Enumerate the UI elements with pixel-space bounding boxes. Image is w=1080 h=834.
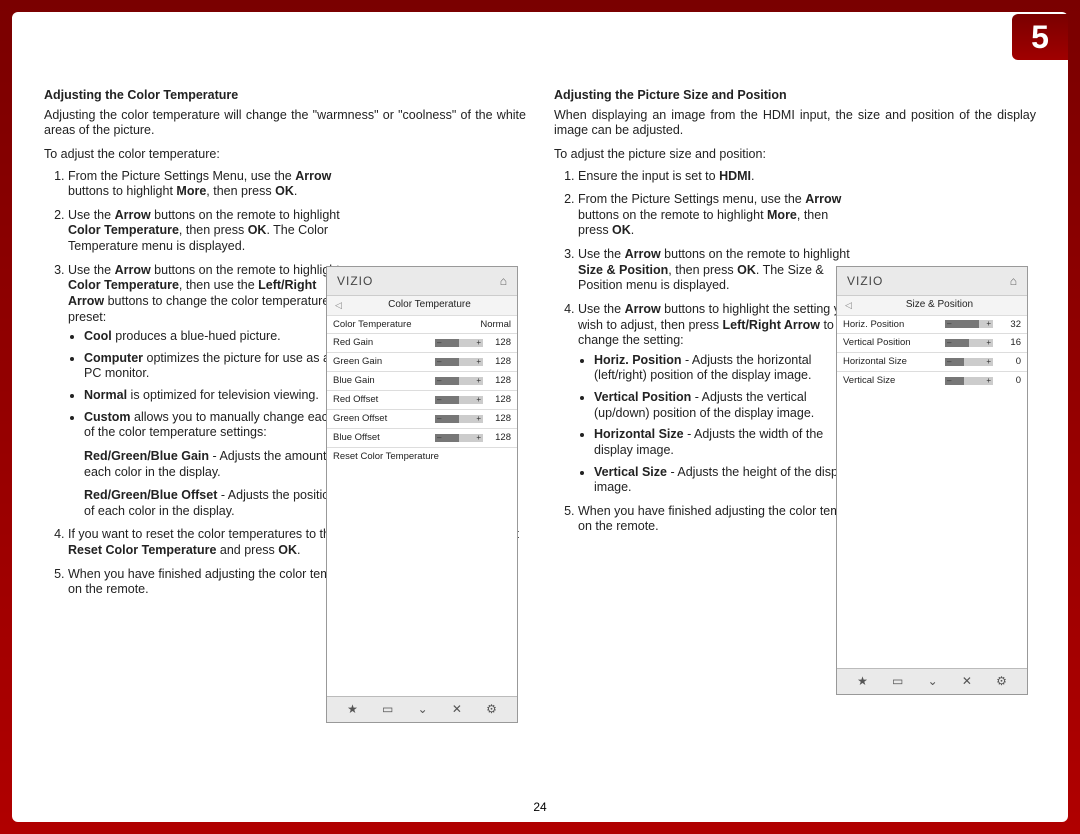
osd-rows: Color TemperatureNormalRed Gain128Green …: [327, 315, 517, 447]
osd-title: Color Temperature: [350, 299, 509, 312]
osd-row-label: Horizontal Size: [843, 356, 941, 368]
sp-step-1: Ensure the input is set to HDMI.: [578, 169, 858, 185]
heading-size-pos: Adjusting the Picture Size and Position: [554, 88, 1036, 104]
osd-row-label: Vertical Size: [843, 375, 941, 387]
osd-footer: ★ ▭ ⌄ ✕ ⚙: [327, 696, 517, 722]
para-sp-1: When displaying an image from the HDMI i…: [554, 108, 1036, 139]
osd-title: Size & Position: [860, 299, 1019, 312]
osd-row-label: Green Gain: [333, 356, 431, 368]
osd-row-value: 128: [487, 375, 511, 387]
osd-row-value: 128: [487, 337, 511, 349]
bullet-horiz-size: Horizontal Size - Adjusts the width of t…: [594, 427, 854, 458]
page-number: 24: [12, 800, 1068, 814]
vizio-logo: VIZIO: [337, 274, 373, 289]
osd-row-value: 32: [997, 319, 1021, 331]
osd-footer: ★ ▭ ⌄ ✕ ⚙: [837, 668, 1027, 694]
home-icon[interactable]: ⌂: [500, 274, 507, 289]
osd-row-value: 0: [997, 375, 1021, 387]
slider[interactable]: [435, 339, 483, 347]
para-ct-2: To adjust the color temperature:: [44, 147, 526, 163]
osd-row[interactable]: Blue Offset 128: [327, 428, 517, 447]
bullet-vert-pos: Vertical Position - Adjusts the vertical…: [594, 390, 854, 421]
osd-row[interactable]: Vertical Position 16: [837, 333, 1027, 352]
osd-size-position: VIZIO ⌂ ◁ Size & Position Horiz. Position…: [836, 266, 1028, 695]
osd-row-value: 128: [487, 356, 511, 368]
sp-step-4: Use the Arrow buttons to highlight the s…: [578, 302, 858, 496]
slider[interactable]: [435, 396, 483, 404]
osd-rows: Horiz. Position 32 Vertical Position 16 Hori…: [837, 315, 1027, 391]
osd-row-label: Horiz. Position: [843, 319, 941, 331]
chapter-tab: 5: [1012, 14, 1068, 60]
page-background: 5 Adjusting the Color Temperature Adjust…: [0, 0, 1080, 834]
sp-step-3: Use the Arrow buttons on the remote to h…: [578, 247, 858, 294]
osd-row[interactable]: Horiz. Position 32: [837, 315, 1027, 334]
osd-row-label: Green Offset: [333, 413, 431, 425]
para-sp-2: To adjust the picture size and position:: [554, 147, 1036, 163]
osd-footer-icon[interactable]: ▭: [382, 702, 393, 717]
osd-footer-icon[interactable]: ⌄: [928, 674, 938, 689]
osd-row-value: 16: [997, 337, 1021, 349]
osd-row-value: 128: [487, 432, 511, 444]
step-3: Use the Arrow buttons on the remote to h…: [68, 263, 348, 520]
osd-row[interactable]: Vertical Size 0: [837, 371, 1027, 390]
bullet-normal: Normal is optimized for television viewi…: [84, 388, 344, 404]
reset-color-temp[interactable]: Reset Color Temperature: [327, 447, 517, 466]
step-1: From the Picture Settings Menu, use the …: [68, 169, 348, 200]
osd-row[interactable]: Blue Gain 128: [327, 371, 517, 390]
sub-gain: Red/Green/Blue Gain - Adjusts the amount…: [84, 449, 344, 480]
back-icon[interactable]: ◁: [845, 300, 852, 311]
slider[interactable]: [945, 377, 993, 385]
step-2: Use the Arrow buttons on the remote to h…: [68, 208, 348, 255]
osd-footer-icon[interactable]: ★: [857, 674, 868, 689]
osd-row[interactable]: Horizontal Size 0: [837, 352, 1027, 371]
osd-footer-icon[interactable]: ✕: [452, 702, 462, 717]
slider[interactable]: [435, 358, 483, 366]
osd-row-label: Vertical Position: [843, 337, 941, 349]
osd-row-label: Blue Offset: [333, 432, 431, 444]
osd-footer-icon[interactable]: ▭: [892, 674, 903, 689]
slider[interactable]: [945, 358, 993, 366]
right-column: Adjusting the Picture Size and Position …: [554, 88, 1036, 606]
osd-row[interactable]: Red Offset 128: [327, 390, 517, 409]
osd-footer-icon[interactable]: ⌄: [418, 702, 428, 717]
sp-step-2: From the Picture Settings menu, use the …: [578, 192, 858, 239]
bullet-horiz-pos: Horiz. Position - Adjusts the horizontal…: [594, 353, 854, 384]
bullet-cool: Cool produces a blue-hued picture.: [84, 329, 344, 345]
osd-footer-icon[interactable]: ★: [347, 702, 358, 717]
left-column: Adjusting the Color Temperature Adjustin…: [44, 88, 526, 606]
osd-row-label: Red Offset: [333, 394, 431, 406]
sub-offset: Red/Green/Blue Offset - Adjusts the posi…: [84, 488, 344, 519]
osd-color-temperature: VIZIO ⌂ ◁ Color Temperature Color Tempera…: [326, 266, 518, 723]
bullet-computer: Computer optimizes the picture for use a…: [84, 351, 344, 382]
page-sheet: Adjusting the Color Temperature Adjustin…: [12, 12, 1068, 822]
slider[interactable]: [435, 415, 483, 423]
back-icon[interactable]: ◁: [335, 300, 342, 311]
osd-row[interactable]: Green Gain 128: [327, 352, 517, 371]
slider[interactable]: [945, 320, 993, 328]
osd-row-value: 128: [487, 413, 511, 425]
osd-row-label: Red Gain: [333, 337, 431, 349]
osd-row-value: Normal: [480, 319, 511, 331]
osd-footer-icon[interactable]: ⚙: [996, 674, 1007, 689]
para-ct-1: Adjusting the color temperature will cha…: [44, 108, 526, 139]
bullet-custom: Custom allows you to manually change eac…: [84, 410, 344, 520]
osd-footer-icon[interactable]: ✕: [962, 674, 972, 689]
slider[interactable]: [435, 377, 483, 385]
vizio-logo: VIZIO: [847, 274, 883, 289]
bullet-vert-size: Vertical Size - Adjusts the height of th…: [594, 465, 854, 496]
home-icon[interactable]: ⌂: [1010, 274, 1017, 289]
osd-row-value: 128: [487, 394, 511, 406]
osd-row-label: Blue Gain: [333, 375, 431, 387]
osd-row-value: 0: [997, 356, 1021, 368]
osd-row[interactable]: Color TemperatureNormal: [327, 315, 517, 334]
slider[interactable]: [435, 434, 483, 442]
osd-row-label: Color Temperature: [333, 319, 480, 331]
osd-footer-icon[interactable]: ⚙: [486, 702, 497, 717]
osd-row[interactable]: Green Offset 128: [327, 409, 517, 428]
slider[interactable]: [945, 339, 993, 347]
osd-row[interactable]: Red Gain 128: [327, 333, 517, 352]
heading-color-temp: Adjusting the Color Temperature: [44, 88, 526, 104]
